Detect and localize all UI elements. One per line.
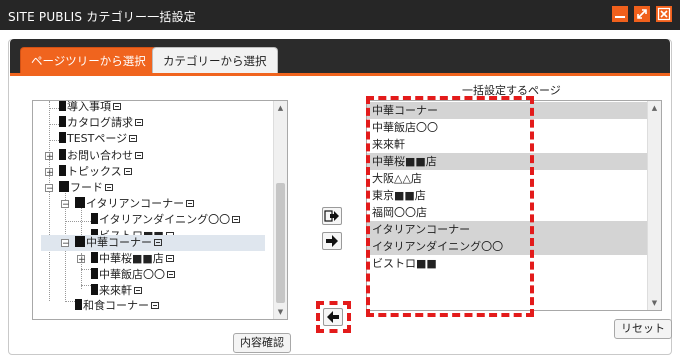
tree-connector <box>49 140 59 141</box>
page-settings-icon[interactable] <box>113 103 121 110</box>
page-settings-icon[interactable] <box>123 168 132 175</box>
expand-icon[interactable]: + <box>45 168 54 178</box>
tab-underline <box>10 73 670 76</box>
collapse-icon[interactable]: − <box>61 239 70 249</box>
page-icon <box>75 299 82 310</box>
maximize-icon[interactable] <box>634 6 650 22</box>
list-highlight <box>366 96 534 317</box>
add-all-button[interactable] <box>322 232 342 250</box>
tree-item-label: TESTページ <box>67 132 128 145</box>
tree-item-selected[interactable]: 中華コーナー <box>75 235 162 251</box>
tree-connector <box>65 221 91 222</box>
page-icon <box>59 132 66 143</box>
page-icon <box>59 116 66 127</box>
list-scrollbar[interactable]: ▲ ▼ <box>647 101 661 310</box>
page-icon <box>91 252 98 263</box>
tree-item[interactable]: カタログ請求 <box>59 115 143 131</box>
page-settings-icon[interactable] <box>186 200 195 207</box>
tree-connector <box>49 124 59 125</box>
tree-item[interactable]: 導入事項 <box>59 100 121 115</box>
collapse-icon[interactable]: − <box>45 184 54 194</box>
tree-item[interactable]: 中華桜■■店 <box>91 251 174 267</box>
window-title: SITE PUBLIS カテゴリー一括設定 <box>8 10 196 24</box>
page-settings-icon[interactable] <box>135 152 143 159</box>
folder-icon <box>59 181 69 192</box>
reset-button[interactable]: リセット <box>614 319 672 339</box>
tree-item-label: 導入事項 <box>67 100 111 113</box>
scroll-down-icon[interactable]: ▼ <box>274 305 287 319</box>
remove-button[interactable] <box>323 308 343 326</box>
page-icon <box>59 165 66 176</box>
add-page-icon <box>324 210 339 222</box>
window-titlebar: SITE PUBLIS カテゴリー一括設定 <box>0 0 680 30</box>
page-icon <box>59 149 66 160</box>
tree-item-label: イタリアンダイニング〇〇 <box>99 213 231 226</box>
tab-category[interactable]: カテゴリーから選択 <box>152 47 278 73</box>
page-icon <box>91 213 98 224</box>
tree-scrollbar[interactable]: ▲ ▼ <box>273 101 287 319</box>
page-settings-icon[interactable] <box>232 216 241 223</box>
scroll-up-icon[interactable]: ▲ <box>274 101 287 115</box>
page-icon <box>91 284 98 295</box>
tree-connector <box>49 108 59 109</box>
tree-item-label: イタリアンコーナー <box>86 197 185 210</box>
add-page-button[interactable] <box>322 207 342 225</box>
tree-item-label: お問い合わせ <box>67 149 133 162</box>
tree-item[interactable]: フード <box>59 180 113 196</box>
tree-connector <box>81 285 91 286</box>
close-icon[interactable] <box>656 6 672 22</box>
folder-icon <box>75 197 85 208</box>
tree-connector <box>81 269 91 270</box>
page-tree[interactable]: 導入事項 カタログ請求 TESTページ + お問い合わせ + トピックス − フ… <box>32 100 288 320</box>
expand-icon[interactable]: + <box>45 152 54 162</box>
tree-item-label: 和食コーナー <box>83 299 149 312</box>
page-settings-icon[interactable] <box>167 271 175 278</box>
tab-page-tree[interactable]: ページツリーから選択 <box>20 47 157 73</box>
minimize-icon[interactable] <box>612 6 628 22</box>
tree-connector <box>49 101 50 301</box>
page-settings-icon[interactable] <box>151 302 159 309</box>
tree-item[interactable]: トピックス <box>59 164 132 180</box>
tree-connector <box>65 301 75 302</box>
tree-item[interactable]: 和食コーナー <box>75 298 159 314</box>
tree-item-label: トピックス <box>67 165 122 178</box>
tree-item[interactable]: イタリアンダイニング〇〇 <box>91 212 241 228</box>
page-settings-icon[interactable] <box>154 239 162 246</box>
arrow-right-icon <box>326 235 338 247</box>
scroll-thumb[interactable] <box>276 183 285 303</box>
arrow-left-icon <box>327 311 339 323</box>
page-settings-icon[interactable] <box>105 184 113 191</box>
tree-item[interactable]: お問い合わせ <box>59 148 143 164</box>
expand-icon[interactable]: + <box>77 255 86 265</box>
page-settings-icon[interactable] <box>134 287 142 294</box>
tree-item[interactable]: 来來軒 <box>91 283 142 299</box>
tree-item-label: カタログ請求 <box>67 116 133 129</box>
tree-item[interactable]: イタリアンコーナー <box>75 196 195 212</box>
folder-icon <box>75 236 85 247</box>
page-settings-icon[interactable] <box>135 119 143 126</box>
page-icon <box>91 268 98 279</box>
scroll-up-icon[interactable]: ▲ <box>648 101 661 115</box>
tree-item-label: 中華コーナー <box>86 236 152 249</box>
page-settings-icon[interactable] <box>129 135 138 142</box>
page-settings-icon[interactable] <box>165 255 174 262</box>
page-icon <box>59 101 66 111</box>
tree-item-label: 中華飯店〇〇 <box>99 268 165 281</box>
tree-item[interactable]: 中華飯店〇〇 <box>91 267 175 283</box>
collapse-icon[interactable]: − <box>61 200 70 210</box>
scroll-down-icon[interactable]: ▼ <box>648 296 661 310</box>
confirm-button[interactable]: 内容確認 <box>233 333 291 353</box>
tree-item-label: フード <box>70 181 103 194</box>
tree-item[interactable]: TESTページ <box>59 131 138 147</box>
tree-item-label: 来來軒 <box>99 284 132 297</box>
tree-item-label: 中華桜■■店 <box>99 252 164 265</box>
